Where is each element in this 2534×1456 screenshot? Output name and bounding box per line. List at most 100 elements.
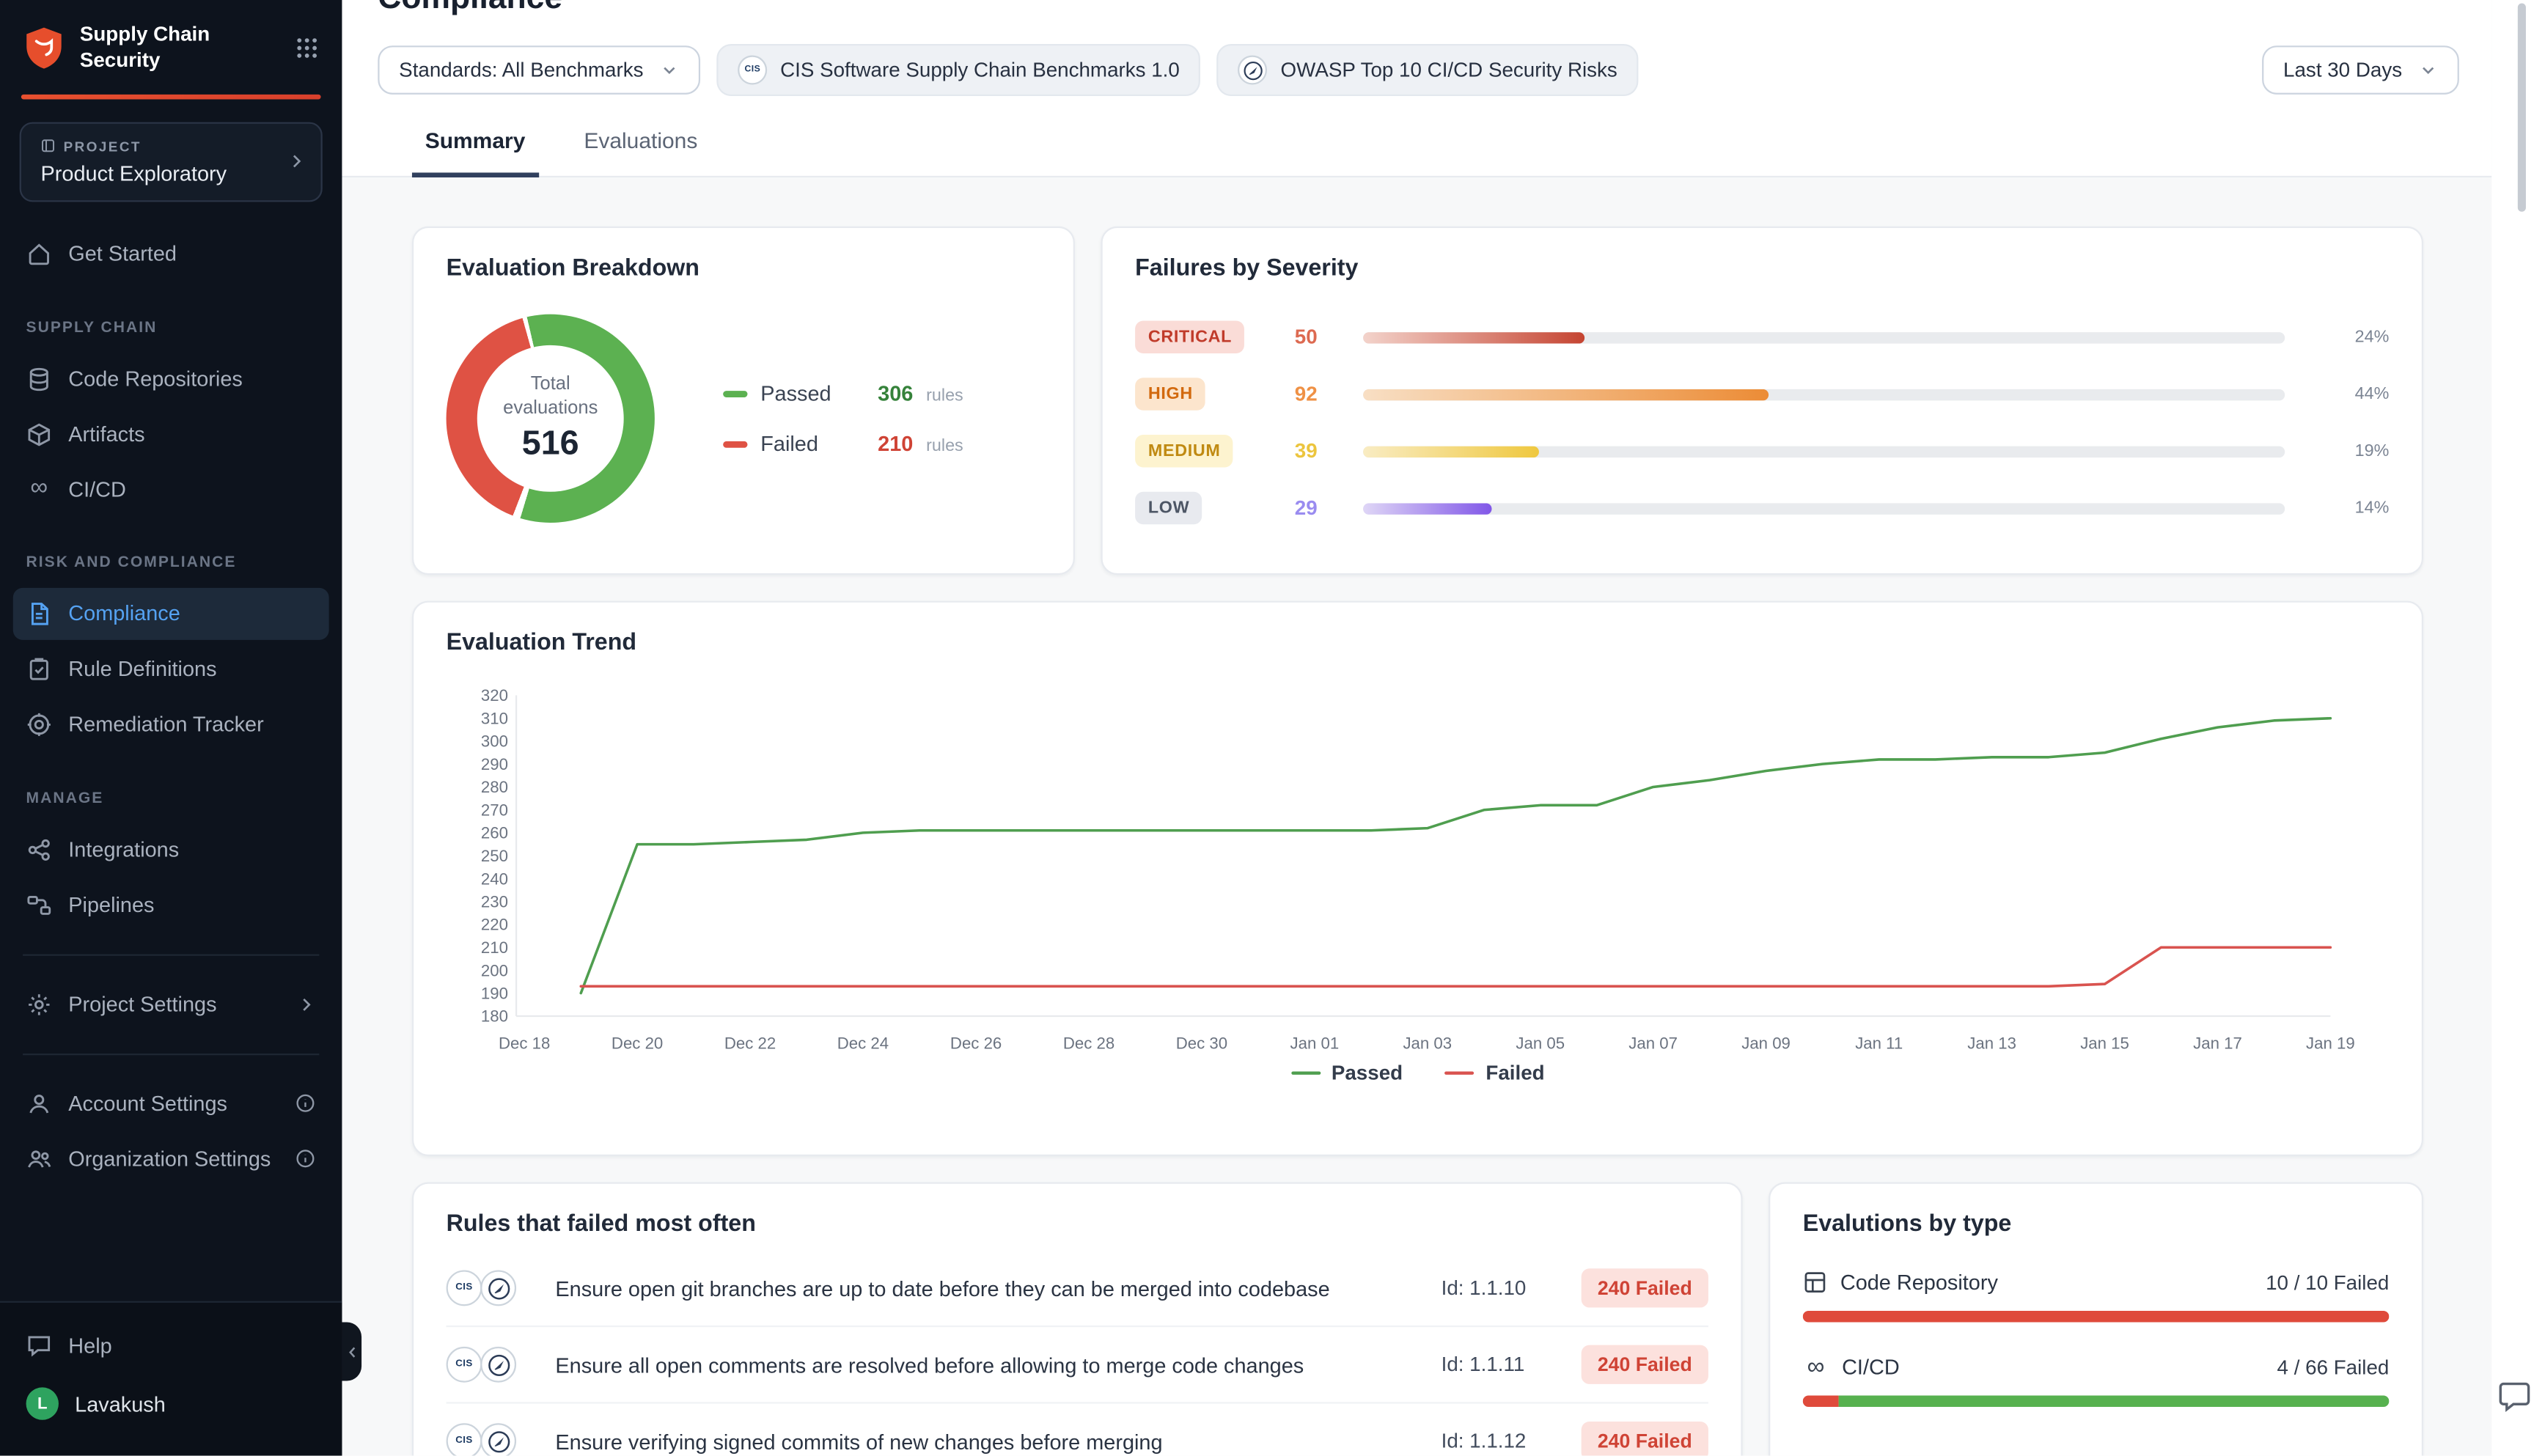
svg-text:Dec 26: Dec 26 <box>950 1034 1002 1052</box>
sidebar-item-user[interactable]: L Lavakush <box>13 1375 329 1433</box>
legend-label: Passed <box>760 381 864 405</box>
rule-id: Id: 1.1.11 <box>1442 1353 1562 1376</box>
filter-bar: Standards: All Benchmarks CIS CIS Softwa… <box>378 44 2459 96</box>
rule-source-icons: CIS <box>447 1270 517 1306</box>
sidebar-item-organization-settings[interactable]: Organization Settings <box>13 1133 329 1185</box>
brand-line2: Security <box>80 48 210 74</box>
failures-by-severity-card: Failures by Severity CRITICAL 50 24% HIG… <box>1101 227 2423 575</box>
sidebar-item-artifacts[interactable]: Artifacts <box>13 408 329 460</box>
legend-item-failed: Failed <box>1445 1062 1545 1084</box>
target-icon <box>26 711 53 738</box>
home-icon <box>26 240 53 267</box>
failed-count-badge: 240 Failed <box>1582 1268 1708 1307</box>
card-title: Evaluation Trend <box>447 630 2390 657</box>
evaluation-breakdown-card: Evaluation Breakdown Total evaluations 5… <box>412 227 1075 575</box>
standards-filter-dropdown[interactable]: Standards: All Benchmarks <box>378 45 700 95</box>
rule-id: Id: 1.1.10 <box>1442 1276 1562 1299</box>
info-icon[interactable] <box>295 1092 316 1114</box>
scrollbar-thumb[interactable] <box>2518 3 2526 211</box>
severity-badge: MEDIUM <box>1135 435 1233 467</box>
severity-percent: 44% <box>2307 384 2389 404</box>
sidebar-footer: Help L Lavakush <box>0 1301 342 1456</box>
severity-list: CRITICAL 50 24% HIGH 92 44% MEDIUM <box>1135 321 2389 525</box>
rule-row[interactable]: CIS Ensure verifying signed commits of n… <box>447 1402 1708 1455</box>
severity-percent: 14% <box>2307 499 2389 518</box>
package-icon <box>26 421 53 447</box>
legend-label: Passed <box>1332 1062 1403 1084</box>
svg-text:200: 200 <box>481 961 508 979</box>
sidebar-item-compliance[interactable]: Compliance <box>13 587 329 639</box>
severity-bar <box>1363 331 2285 343</box>
sidebar-item-label: Project Settings <box>68 992 216 1016</box>
rule-row[interactable]: CIS Ensure open git branches are up to d… <box>447 1251 1708 1326</box>
date-range-dropdown[interactable]: Last 30 Days <box>2262 45 2459 95</box>
tab-summary[interactable]: Summary <box>412 128 538 177</box>
rule-id: Id: 1.1.12 <box>1442 1430 1562 1452</box>
date-range-value: Last 30 Days <box>2283 59 2402 81</box>
project-name: Product Exploratory <box>41 161 301 185</box>
svg-text:Dec 24: Dec 24 <box>837 1034 889 1052</box>
sidebar-item-get-started[interactable]: Get Started <box>13 227 329 279</box>
info-icon[interactable] <box>295 1148 316 1169</box>
benchmark-chip-cis[interactable]: CIS CIS Software Supply Chain Benchmarks… <box>716 44 1200 96</box>
sidebar-item-code-repositories[interactable]: Code Repositories <box>13 353 329 405</box>
sidebar-item-pipelines[interactable]: Pipelines <box>13 878 329 930</box>
sidebar-collapse-handle[interactable] <box>342 1323 361 1381</box>
apps-grid-icon[interactable] <box>295 35 319 59</box>
owasp-icon <box>1238 56 1268 85</box>
rule-text: Ensure all open comments are resolved be… <box>536 1353 1422 1377</box>
sidebar-item-label: Pipelines <box>68 892 154 916</box>
sidebar-item-label: Code Repositories <box>68 367 243 391</box>
svg-text:260: 260 <box>481 824 508 842</box>
chevron-right-icon <box>296 994 316 1014</box>
sidebar-item-help[interactable]: Help <box>13 1319 329 1371</box>
donut-legend: Passed 306 rules Failed 210 rules <box>723 381 963 456</box>
sidebar-item-rule-definitions[interactable]: Rule Definitions <box>13 642 329 694</box>
owasp-icon <box>480 1347 516 1383</box>
project-icon <box>41 139 56 153</box>
section-title-risk-compliance: RISK AND COMPLIANCE <box>0 517 342 584</box>
evaluation-trend-card: Evaluation Trend 18019020021022023024025… <box>412 601 2423 1156</box>
tab-evaluations[interactable]: Evaluations <box>571 128 711 175</box>
severity-badge: LOW <box>1135 492 1202 524</box>
svg-text:290: 290 <box>481 755 508 773</box>
benchmark-chip-owasp[interactable]: OWASP Top 10 CI/CD Security Risks <box>1217 44 1639 96</box>
sidebar-header: Supply Chain Security <box>0 0 342 94</box>
evaluation-donut-chart: Total evaluations 516 <box>447 315 655 523</box>
divider <box>23 1053 319 1054</box>
sidebar-item-label: Compliance <box>68 601 180 625</box>
chat-fab-icon[interactable] <box>2497 1378 2534 1415</box>
sidebar-item-label: Artifacts <box>68 422 144 446</box>
sidebar-item-account-settings[interactable]: Account Settings <box>13 1077 329 1129</box>
brand-line1: Supply Chain <box>80 21 210 48</box>
severity-percent: 19% <box>2307 441 2389 461</box>
project-selector[interactable]: PROJECT Product Exploratory <box>20 121 323 201</box>
sidebar-nav: Get Started SUPPLY CHAIN Code Repositori… <box>0 224 342 1188</box>
legend-value: 306 <box>878 381 913 405</box>
svg-text:Jan 07: Jan 07 <box>1628 1034 1678 1052</box>
main-content: Compliance Standards: All Benchmarks CIS… <box>342 0 2534 1456</box>
svg-text:220: 220 <box>481 916 508 934</box>
sidebar-item-label: Organization Settings <box>68 1147 271 1171</box>
sidebar-item-integrations[interactable]: Integrations <box>13 823 329 875</box>
failed-count-badge: 240 Failed <box>1582 1345 1708 1384</box>
type-row-cicd: ∞ CI/CD 4 / 66 Failed <box>1803 1355 2390 1407</box>
donut-total-value: 516 <box>522 425 579 464</box>
infinity-icon: ∞ <box>26 479 53 499</box>
severity-row: HIGH 92 44% <box>1135 378 2389 410</box>
sidebar-item-remediation-tracker[interactable]: Remediation Tracker <box>13 698 329 750</box>
legend-label: Failed <box>760 432 864 456</box>
svg-text:240: 240 <box>481 869 508 888</box>
legend-item-failed: Failed 210 rules <box>723 432 963 456</box>
svg-text:280: 280 <box>481 778 508 796</box>
type-row-code-repository: Code Repository 10 / 10 Failed <box>1803 1270 2390 1322</box>
chip-label: CIS Software Supply Chain Benchmarks 1.0 <box>780 59 1180 81</box>
clipboard-check-icon <box>26 655 53 682</box>
type-failed-value: 4 / 66 Failed <box>2277 1356 2390 1378</box>
legend-suffix: rules <box>926 436 963 456</box>
rule-row[interactable]: CIS Ensure all open comments are resolve… <box>447 1326 1708 1402</box>
sidebar-item-project-settings[interactable]: Project Settings <box>13 978 329 1030</box>
svg-text:320: 320 <box>481 686 508 705</box>
evaluations-by-type-card: Evalutions by type Code Repository 10 / … <box>1769 1183 2423 1456</box>
sidebar-item-cicd[interactable]: ∞ CI/CD <box>13 463 329 514</box>
